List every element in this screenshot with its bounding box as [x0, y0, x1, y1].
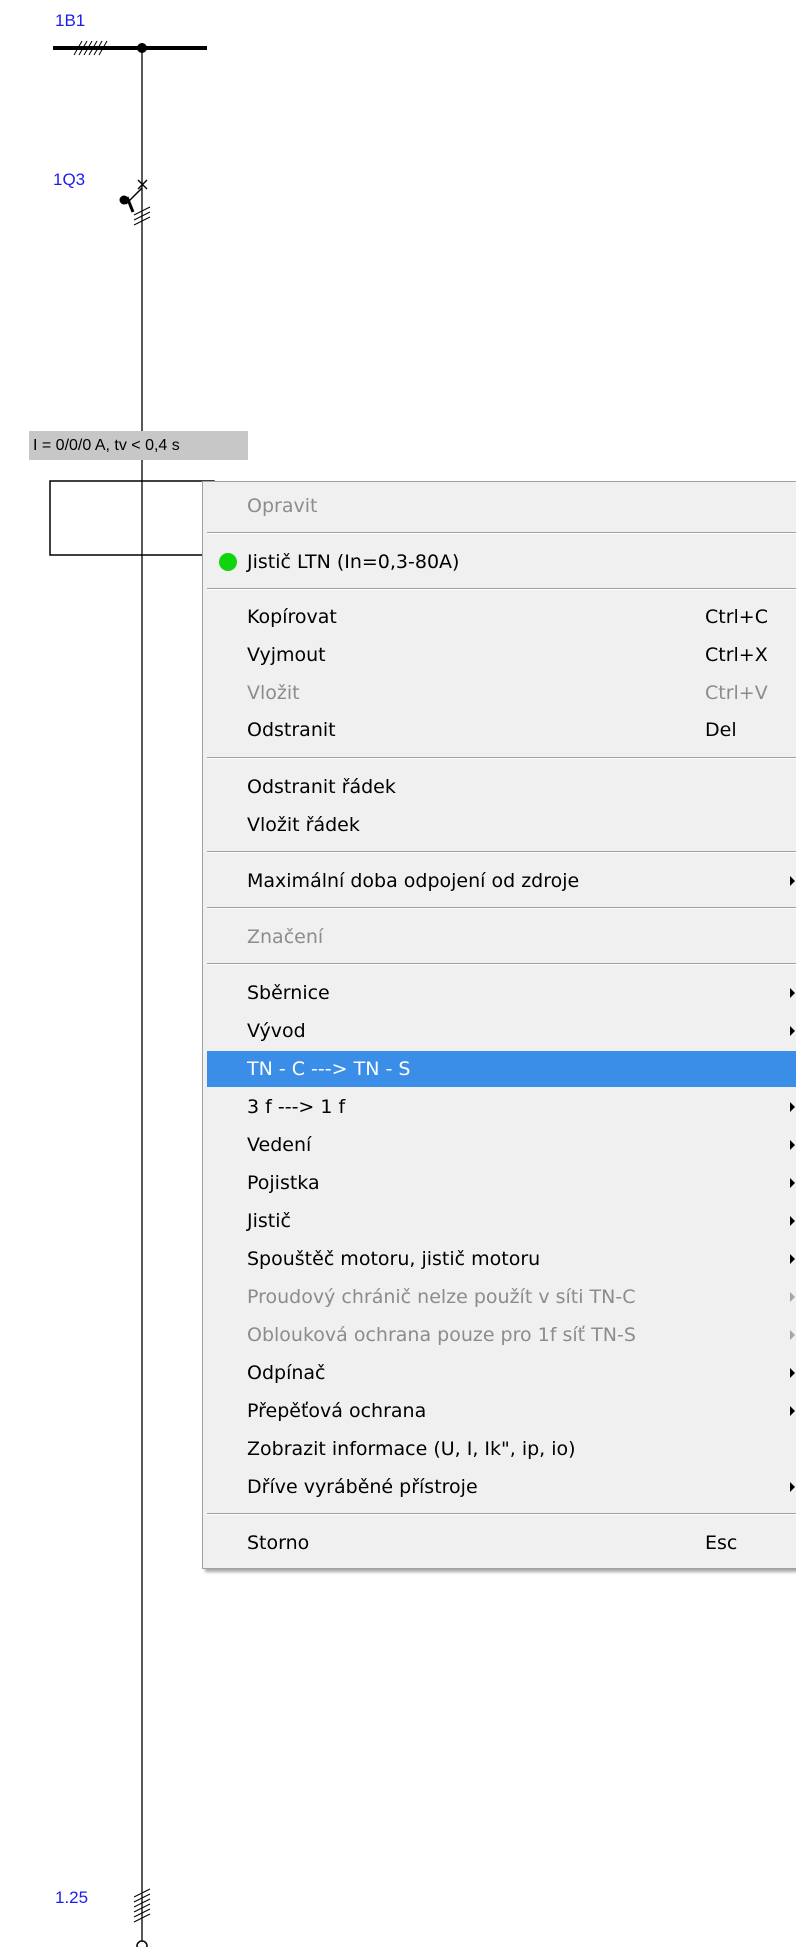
menu-separator	[207, 757, 796, 759]
menu-item-spoustec-motoru-jistic-motoru[interactable]: Spouštěč motoru, jistič motoru	[207, 1241, 796, 1277]
submenu-arrow-icon	[790, 876, 795, 886]
menu-item-label: Odpínač	[247, 1362, 326, 1384]
menu-item-znaceni[interactable]: Značení	[207, 919, 796, 955]
menu-item-3-f-1-f[interactable]: 3 f ---> 1 f	[207, 1089, 796, 1125]
menu-item-label: Proudový chránič nelze použít v síti TN-…	[247, 1286, 636, 1308]
menu-item-kopirovat[interactable]: Kopírovat Ctrl+C	[207, 599, 796, 635]
busbar-label[interactable]: 1B1	[55, 11, 85, 31]
menu-item-label: Pojistka	[247, 1172, 320, 1194]
menu-item-label: Vedení	[247, 1134, 312, 1156]
menu-item-vlozit[interactable]: Vložit Ctrl+V	[207, 675, 796, 711]
menu-item-label: Oblouková ochrana pouze pro 1f síť TN-S	[247, 1324, 636, 1346]
menu-separator	[207, 963, 796, 965]
schematic-canvas[interactable]: 1B1 1Q3 1.25 I = 0/0/0 A, tv < 0,4 s Opr…	[0, 0, 796, 1947]
menu-item-jistic-ltn-in-0-3-80a[interactable]: Jistič LTN (In=0,3-80A)	[207, 544, 796, 580]
menu-item-label: Vložit	[247, 682, 300, 704]
menu-item-label: Sběrnice	[247, 982, 330, 1004]
menu-item-label: 3 f ---> 1 f	[247, 1096, 346, 1118]
menu-item-label: Značení	[247, 926, 324, 948]
menu-separator	[207, 1513, 796, 1515]
submenu-arrow-icon	[790, 1482, 795, 1492]
menu-item-shortcut: Esc	[705, 1532, 738, 1554]
menu-item-label: Přepěťová ochrana	[247, 1400, 427, 1422]
menu-item-label: Vývod	[247, 1020, 306, 1042]
menu-item-label: TN - C ---> TN - S	[247, 1058, 411, 1080]
menu-item-shortcut: Del	[705, 719, 737, 741]
menu-item-vedeni[interactable]: Vedení	[207, 1127, 796, 1163]
menu-separator	[207, 588, 796, 590]
status-dot-icon	[219, 553, 237, 571]
current-status-label: I = 0/0/0 A, tv < 0,4 s	[29, 431, 248, 460]
menu-item-label: Storno	[247, 1532, 310, 1554]
menu-item-label: Vyjmout	[247, 644, 326, 666]
node-label[interactable]: 1.25	[55, 1888, 88, 1908]
menu-item-storno[interactable]: Storno Esc	[207, 1525, 796, 1561]
menu-item-label: Spouštěč motoru, jistič motoru	[247, 1248, 541, 1270]
menu-item-proudovy-chranic-nelze-pouzit-v-siti-tn-c[interactable]: Proudový chránič nelze použít v síti TN-…	[207, 1279, 796, 1315]
menu-item-vyjmout[interactable]: Vyjmout Ctrl+X	[207, 637, 796, 673]
menu-item-shortcut: Ctrl+X	[705, 644, 768, 666]
menu-item-label: Zobrazit informace (U, I, Ik", ip, io)	[247, 1438, 576, 1460]
menu-item-label: Odstranit	[247, 719, 336, 741]
menu-separator	[207, 851, 796, 853]
submenu-arrow-icon	[790, 1178, 795, 1188]
menu-item-vyvod[interactable]: Vývod	[207, 1013, 796, 1049]
submenu-arrow-icon	[790, 1292, 795, 1302]
menu-item-opravit[interactable]: Opravit	[207, 488, 796, 524]
menu-item-odstranit[interactable]: Odstranit Del	[207, 712, 796, 748]
menu-item-prepetova-ochrana[interactable]: Přepěťová ochrana	[207, 1393, 796, 1429]
menu-item-odpinac[interactable]: Odpínač	[207, 1355, 796, 1391]
load-box[interactable]	[49, 480, 215, 556]
menu-item-label: Jistič	[247, 1210, 291, 1232]
submenu-arrow-icon	[790, 1406, 795, 1416]
menu-item-zobrazit-informace-u-i-ik-ip-io[interactable]: Zobrazit informace (U, I, Ik", ip, io)	[207, 1431, 796, 1467]
menu-item-label: Maximální doba odpojení od zdroje	[247, 870, 580, 892]
menu-separator	[207, 532, 796, 534]
menu-item-jistic[interactable]: Jistič	[207, 1203, 796, 1239]
submenu-arrow-icon	[790, 1216, 795, 1226]
menu-item-sbernice[interactable]: Sběrnice	[207, 975, 796, 1011]
breaker-symbol[interactable]	[119, 179, 151, 226]
menu-item-label: Opravit	[247, 495, 318, 517]
submenu-arrow-icon	[790, 988, 795, 998]
menu-item-pojistka[interactable]: Pojistka	[207, 1165, 796, 1201]
menu-item-label: Odstranit řádek	[247, 776, 396, 798]
menu-item-tn-c-tn-s[interactable]: TN - C ---> TN - S	[207, 1051, 796, 1087]
menu-item-drive-vyrabene-pristroje[interactable]: Dříve vyráběné přístroje	[207, 1469, 796, 1505]
bottom-node	[136, 1940, 148, 1947]
menu-item-maximalni-doba-odpojeni-od-zdroje[interactable]: Maximální doba odpojení od zdroje	[207, 863, 796, 899]
submenu-arrow-icon	[790, 1330, 795, 1340]
submenu-arrow-icon	[790, 1254, 795, 1264]
menu-separator	[207, 907, 796, 909]
menu-item-shortcut: Ctrl+V	[705, 682, 768, 704]
menu-item-label: Kopírovat	[247, 606, 337, 628]
submenu-arrow-icon	[790, 1026, 795, 1036]
menu-item-obloukova-ochrana-pouze-pro-1f-sit-tn-s[interactable]: Oblouková ochrana pouze pro 1f síť TN-S	[207, 1317, 796, 1353]
submenu-arrow-icon	[790, 1368, 795, 1378]
menu-item-label: Dříve vyráběné přístroje	[247, 1476, 478, 1498]
menu-item-vlozit-radek[interactable]: Vložit řádek	[207, 807, 796, 843]
breaker-label[interactable]: 1Q3	[53, 170, 85, 190]
menu-item-label: Jistič LTN (In=0,3-80A)	[247, 551, 460, 573]
menu-item-label: Vložit řádek	[247, 814, 360, 836]
submenu-arrow-icon	[790, 1102, 795, 1112]
menu-item-shortcut: Ctrl+C	[705, 606, 768, 628]
submenu-arrow-icon	[790, 1140, 795, 1150]
context-menu: Opravit Jistič LTN (In=0,3-80A) Kopírovat C…	[202, 481, 796, 1569]
menu-item-odstranit-radek[interactable]: Odstranit řádek	[207, 769, 796, 805]
